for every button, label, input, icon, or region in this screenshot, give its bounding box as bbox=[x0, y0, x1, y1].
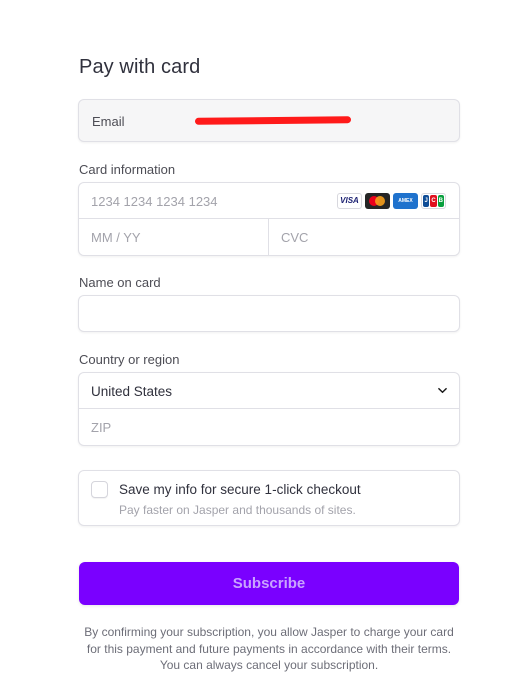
visa-icon: VISA bbox=[337, 193, 362, 209]
terms-text: By confirming your subscription, you all… bbox=[84, 625, 454, 672]
save-info-option[interactable]: Save my info for secure 1-click checkout… bbox=[78, 470, 460, 526]
country-region-group: United States ZIP bbox=[78, 372, 460, 446]
save-info-subtitle: Pay faster on Jasper and thousands of si… bbox=[119, 503, 356, 517]
country-selected-value[interactable]: United States bbox=[91, 384, 172, 399]
save-info-title: Save my info for secure 1-click checkout bbox=[119, 482, 361, 497]
email-field[interactable]: Email bbox=[78, 99, 460, 142]
card-information-group: 1234 1234 1234 1234 VISA AMEX JCB MM / Y… bbox=[78, 182, 460, 256]
jcb-icon: JCB bbox=[421, 193, 446, 209]
cvc-input[interactable]: CVC bbox=[281, 230, 308, 245]
card-information-label: Card information bbox=[79, 162, 176, 177]
page-title: Pay with card bbox=[79, 56, 201, 78]
divider bbox=[268, 219, 269, 255]
subscribe-button[interactable]: Subscribe bbox=[79, 562, 459, 605]
zip-field[interactable]: ZIP bbox=[79, 409, 459, 445]
email-label: Email bbox=[92, 114, 125, 129]
amex-icon: AMEX bbox=[393, 193, 418, 209]
name-on-card-label: Name on card bbox=[79, 275, 161, 290]
chevron-down-icon[interactable] bbox=[438, 386, 447, 395]
name-on-card-input[interactable] bbox=[78, 295, 460, 332]
country-select[interactable]: United States bbox=[79, 373, 459, 409]
redaction-mark bbox=[194, 116, 352, 125]
country-region-label: Country or region bbox=[79, 352, 180, 367]
expiry-input[interactable]: MM / YY bbox=[91, 230, 141, 245]
save-info-checkbox[interactable] bbox=[91, 481, 108, 498]
zip-placeholder[interactable]: ZIP bbox=[91, 420, 111, 435]
card-number-field[interactable]: 1234 1234 1234 1234 VISA AMEX JCB bbox=[79, 183, 459, 219]
card-brands: VISA AMEX JCB bbox=[337, 193, 446, 209]
card-number-placeholder[interactable]: 1234 1234 1234 1234 bbox=[91, 194, 218, 209]
mastercard-icon bbox=[365, 193, 390, 209]
card-expiry-cvc-row: MM / YY CVC bbox=[79, 219, 459, 255]
